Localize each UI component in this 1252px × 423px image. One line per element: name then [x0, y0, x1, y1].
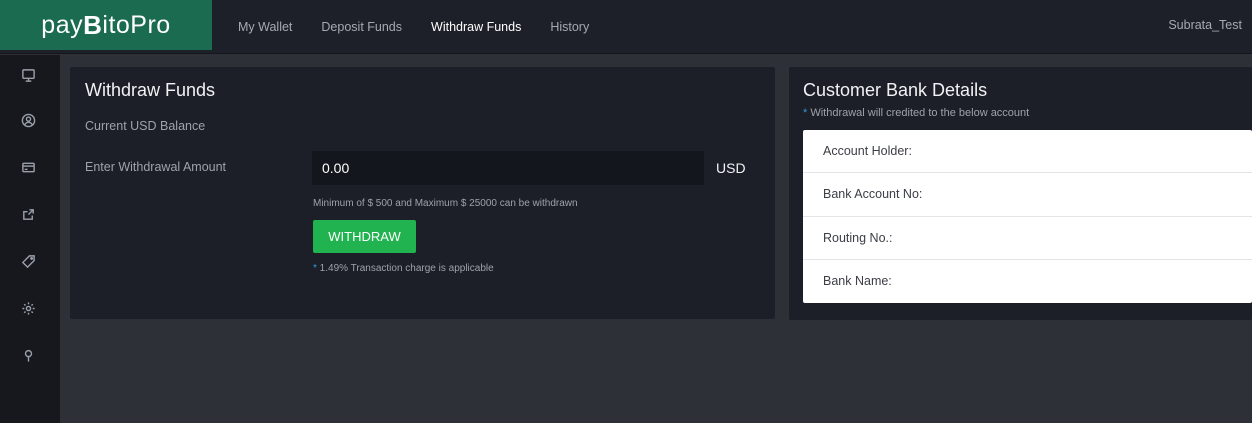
tag-icon[interactable] — [20, 253, 36, 269]
bank-subtitle: * Withdrawal will credited to the below … — [803, 107, 1029, 119]
logo-bitcoin-mark: B — [83, 9, 103, 40]
card-icon[interactable] — [20, 159, 36, 175]
bank-account-no-row: Bank Account No: — [803, 173, 1252, 217]
withdraw-funds-panel: Withdraw Funds Current USD Balance Enter… — [70, 67, 775, 319]
user-circle-icon[interactable] — [20, 112, 36, 128]
monitor-icon[interactable] — [20, 67, 36, 83]
logo-text-itopro: itoPro — [102, 10, 171, 39]
bank-name-row: Bank Name: — [823, 274, 892, 289]
bank-panel-title: Customer Bank Details — [803, 80, 988, 100]
note-text: 1.49% Transaction charge is applicable — [316, 263, 494, 274]
currency-label: USD — [716, 160, 746, 176]
current-balance-label: Current USD Balance — [85, 119, 206, 133]
logo-text-pay: pay — [41, 10, 84, 39]
paybito-logo[interactable]: pay BitoPro — [0, 0, 212, 50]
main-nav: My Wallet Deposit Funds Withdraw Funds H… — [225, 0, 618, 54]
bank-details-list: Account Holder: Bank Account No: Routing… — [803, 130, 1252, 303]
sidebar — [0, 55, 60, 423]
nav-my-wallet[interactable]: My Wallet — [238, 20, 292, 34]
share-icon[interactable] — [20, 206, 36, 222]
withdraw-button[interactable]: WITHDRAW — [313, 220, 416, 253]
routing-no-row: Routing No.: — [803, 217, 1252, 260]
withdraw-panel-title: Withdraw Funds — [85, 80, 216, 100]
withdrawal-amount-input[interactable] — [312, 151, 704, 185]
nav-deposit-funds[interactable]: Deposit Funds — [321, 20, 402, 34]
settings-icon[interactable] — [20, 300, 36, 316]
nav-withdraw-funds[interactable]: Withdraw Funds — [431, 20, 521, 34]
sub-text: Withdrawal will credited to the below ac… — [807, 107, 1030, 119]
top-bar: pay BitoPro My Wallet Deposit Funds Withd… — [0, 0, 1252, 54]
bank-details-panel: Customer Bank Details * Withdrawal will … — [789, 67, 1252, 320]
nav-history[interactable]: History — [550, 20, 589, 34]
transaction-charge-note: * 1.49% Transaction charge is applicable — [313, 263, 494, 274]
withdraw-limits-hint: Minimum of $ 500 and Maximum $ 25000 can… — [313, 198, 578, 209]
user-name[interactable]: Subrata_Test — [1168, 18, 1242, 32]
account-holder-row: Account Holder: — [803, 130, 1252, 174]
map-pin-icon[interactable] — [20, 347, 36, 363]
withdrawal-amount-label: Enter Withdrawal Amount — [85, 160, 227, 174]
